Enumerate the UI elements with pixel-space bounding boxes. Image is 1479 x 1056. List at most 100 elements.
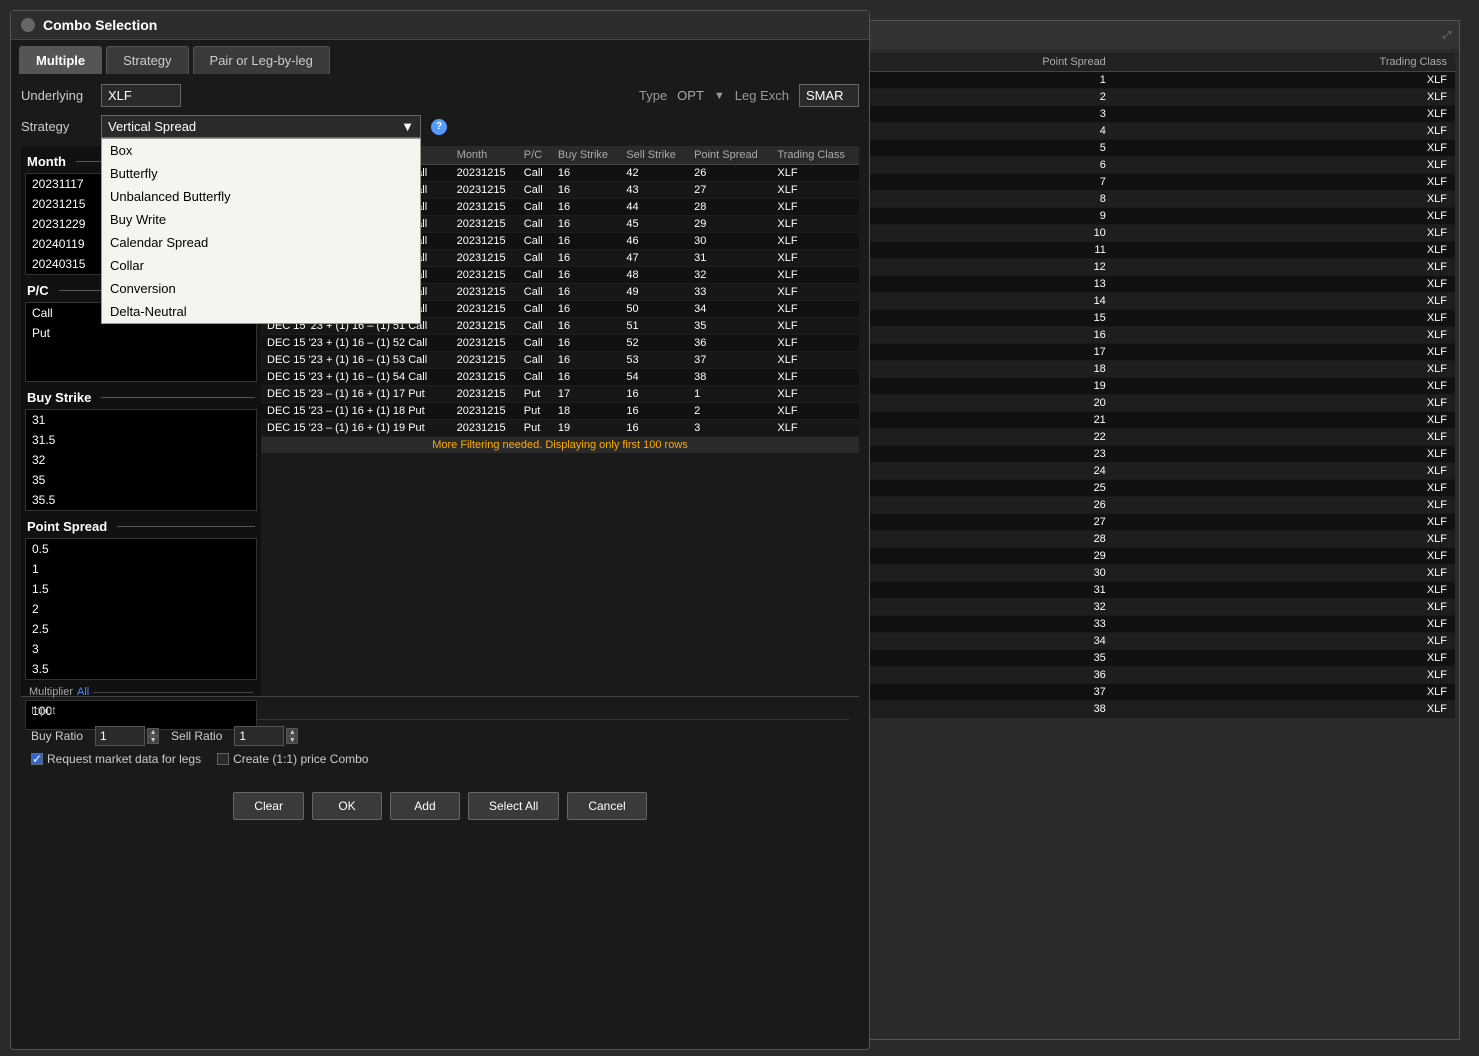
tab-bar: Multiple Strategy Pair or Leg-by-leg bbox=[11, 40, 869, 74]
strategy-option-delta-neutral[interactable]: Delta-Neutral bbox=[102, 300, 420, 323]
leg-exch-input[interactable] bbox=[799, 84, 859, 107]
sell-ratio-input[interactable] bbox=[234, 726, 284, 746]
strategy-dropdown-container: Vertical Spread ▼ Box Butterfly Unbalanc… bbox=[101, 115, 421, 138]
pc-item-put[interactable]: Put bbox=[26, 323, 256, 343]
input-row: Buy Ratio ▲ ▼ Sell Ratio ▲ ▼ bbox=[31, 726, 849, 746]
strategy-option-collar[interactable]: Collar bbox=[102, 254, 420, 277]
underlying-row: Underlying Type OPT ▼ Leg Exch bbox=[21, 84, 859, 107]
title-bar: Combo Selection bbox=[11, 11, 869, 40]
combo-table-row[interactable]: DEC 15 '23 – (1) 16 + (1) 18 Put20231215… bbox=[261, 403, 859, 420]
point-spread-item-3[interactable]: 2 bbox=[26, 599, 256, 619]
sell-ratio-up[interactable]: ▲ bbox=[286, 728, 298, 736]
combo-table-row[interactable]: DEC 15 '23 + (1) 16 – (1) 54 Call2023121… bbox=[261, 369, 859, 386]
point-spread-item-6[interactable]: 3.5 bbox=[26, 659, 256, 679]
point-spread-item-5[interactable]: 3 bbox=[26, 639, 256, 659]
strategy-row: Strategy Vertical Spread ▼ Box Butterfly… bbox=[21, 115, 859, 138]
buy-ratio-input[interactable] bbox=[95, 726, 145, 746]
buy-ratio-spinner[interactable]: ▲ ▼ bbox=[95, 726, 159, 746]
strategy-option-calendar-spread[interactable]: Calendar Spread bbox=[102, 231, 420, 254]
cancel-button[interactable]: Cancel bbox=[567, 792, 646, 820]
point-spread-divider bbox=[117, 526, 255, 527]
checkbox-item-price-combo: Create (1:1) price Combo bbox=[217, 752, 368, 766]
main-window: Combo Selection Multiple Strategy Pair o… bbox=[10, 10, 870, 1050]
col-trading-class: Trading Class bbox=[771, 146, 859, 165]
underlying-label: Underlying bbox=[21, 88, 91, 103]
checkbox-item-market-data: ✓ Request market data for legs bbox=[31, 752, 201, 766]
help-icon[interactable]: ? bbox=[431, 119, 447, 135]
status-bar: More Filtering needed. Displaying only f… bbox=[261, 437, 859, 453]
multiplier-all[interactable]: All bbox=[77, 686, 89, 698]
buy-strike-item-3[interactable]: 35 bbox=[26, 470, 256, 490]
sell-ratio-spinner[interactable]: ▲ ▼ bbox=[234, 726, 298, 746]
point-spread-section-header: Point Spread bbox=[25, 515, 257, 538]
strategy-dropdown-arrow: ▼ bbox=[401, 119, 414, 134]
strategy-select[interactable]: Vertical Spread ▼ bbox=[101, 115, 421, 138]
tab-pair-leg[interactable]: Pair or Leg-by-leg bbox=[193, 46, 330, 74]
point-spread-list[interactable]: 0.5 1 1.5 2 2.5 3 3.5 bbox=[25, 538, 257, 680]
pc-label: P/C bbox=[27, 283, 49, 298]
bg-col-trading-class: Trading Class bbox=[1114, 53, 1455, 72]
checkbox-market-data-label: Request market data for legs bbox=[47, 752, 201, 766]
checkbox-price-combo-label: Create (1:1) price Combo bbox=[233, 752, 368, 766]
col-pc: P/C bbox=[518, 146, 552, 165]
buy-strike-divider bbox=[101, 397, 255, 398]
buy-strike-list[interactable]: 31 31.5 32 35 35.5 bbox=[25, 409, 257, 511]
tab-strategy[interactable]: Strategy bbox=[106, 46, 188, 74]
strategy-option-unbalanced-butterfly[interactable]: Unbalanced Butterfly bbox=[102, 185, 420, 208]
clear-button[interactable]: Clear bbox=[233, 792, 304, 820]
multiplier-row: Multiplier All bbox=[25, 684, 257, 700]
type-value: OPT bbox=[677, 88, 704, 103]
point-spread-item-1[interactable]: 1 bbox=[26, 559, 256, 579]
combo-table-row[interactable]: DEC 15 '23 – (1) 16 + (1) 17 Put20231215… bbox=[261, 386, 859, 403]
strategy-option-buy-write[interactable]: Buy Write bbox=[102, 208, 420, 231]
combo-table-row[interactable]: DEC 15 '23 + (1) 16 – (1) 52 Call2023121… bbox=[261, 335, 859, 352]
resize-icon: ⤢ bbox=[1443, 30, 1451, 41]
button-row: Clear OK Add Select All Cancel bbox=[21, 782, 859, 824]
select-all-button[interactable]: Select All bbox=[468, 792, 559, 820]
tab-multiple[interactable]: Multiple bbox=[19, 46, 102, 74]
buy-ratio-up[interactable]: ▲ bbox=[147, 728, 159, 736]
ok-button[interactable]: OK bbox=[312, 792, 382, 820]
close-button[interactable] bbox=[21, 18, 35, 32]
combo-table-row[interactable]: DEC 15 '23 – (1) 16 + (1) 19 Put20231215… bbox=[261, 420, 859, 437]
type-label: Type bbox=[639, 88, 667, 103]
buy-strike-item-0[interactable]: 31 bbox=[26, 410, 256, 430]
checkbox-market-data[interactable]: ✓ bbox=[31, 753, 43, 765]
sell-ratio-label: Sell Ratio bbox=[171, 729, 222, 743]
point-spread-item-2[interactable]: 1.5 bbox=[26, 579, 256, 599]
type-dropdown-arrow[interactable]: ▼ bbox=[714, 90, 725, 102]
sell-ratio-arrows: ▲ ▼ bbox=[286, 728, 298, 744]
point-spread-item-4[interactable]: 2.5 bbox=[26, 619, 256, 639]
strategy-dropdown-menu: Box Butterfly Unbalanced Butterfly Buy W… bbox=[101, 138, 421, 324]
buy-strike-label: Buy Strike bbox=[27, 390, 91, 405]
buy-ratio-arrows: ▲ ▼ bbox=[147, 728, 159, 744]
buy-ratio-down[interactable]: ▼ bbox=[147, 736, 159, 744]
buy-strike-section-header: Buy Strike bbox=[25, 386, 257, 409]
col-point-spread: Point Spread bbox=[688, 146, 771, 165]
strategy-option-butterfly[interactable]: Butterfly bbox=[102, 162, 420, 185]
strategy-current-value: Vertical Spread bbox=[108, 119, 196, 134]
checkbox-price-combo[interactable] bbox=[217, 753, 229, 765]
buy-strike-item-4[interactable]: 35.5 bbox=[26, 490, 256, 510]
strategy-option-box[interactable]: Box bbox=[102, 139, 420, 162]
leg-exch-label: Leg Exch bbox=[735, 88, 789, 103]
point-spread-label: Point Spread bbox=[27, 519, 107, 534]
add-button[interactable]: Add bbox=[390, 792, 460, 820]
strategy-option-conversion[interactable]: Conversion bbox=[102, 277, 420, 300]
combo-table-row[interactable]: DEC 15 '23 + (1) 16 – (1) 53 Call2023121… bbox=[261, 352, 859, 369]
col-sell-strike: Sell Strike bbox=[620, 146, 688, 165]
buy-strike-item-1[interactable]: 31.5 bbox=[26, 430, 256, 450]
multiplier-line bbox=[93, 692, 253, 693]
buy-strike-item-2[interactable]: 32 bbox=[26, 450, 256, 470]
underlying-input[interactable] bbox=[101, 84, 181, 107]
multiplier-value[interactable]: 100 bbox=[26, 701, 256, 721]
month-label: Month bbox=[27, 154, 66, 169]
window-title: Combo Selection bbox=[43, 17, 157, 33]
sell-ratio-down[interactable]: ▼ bbox=[286, 736, 298, 744]
checkbox-row: ✓ Request market data for legs Create (1… bbox=[31, 752, 849, 766]
col-buy-strike: Buy Strike bbox=[552, 146, 620, 165]
point-spread-item-0[interactable]: 0.5 bbox=[26, 539, 256, 559]
content-area: Underlying Type OPT ▼ Leg Exch Strategy … bbox=[11, 74, 869, 834]
multiplier-label: Multiplier bbox=[29, 686, 73, 698]
col-month: Month bbox=[451, 146, 518, 165]
